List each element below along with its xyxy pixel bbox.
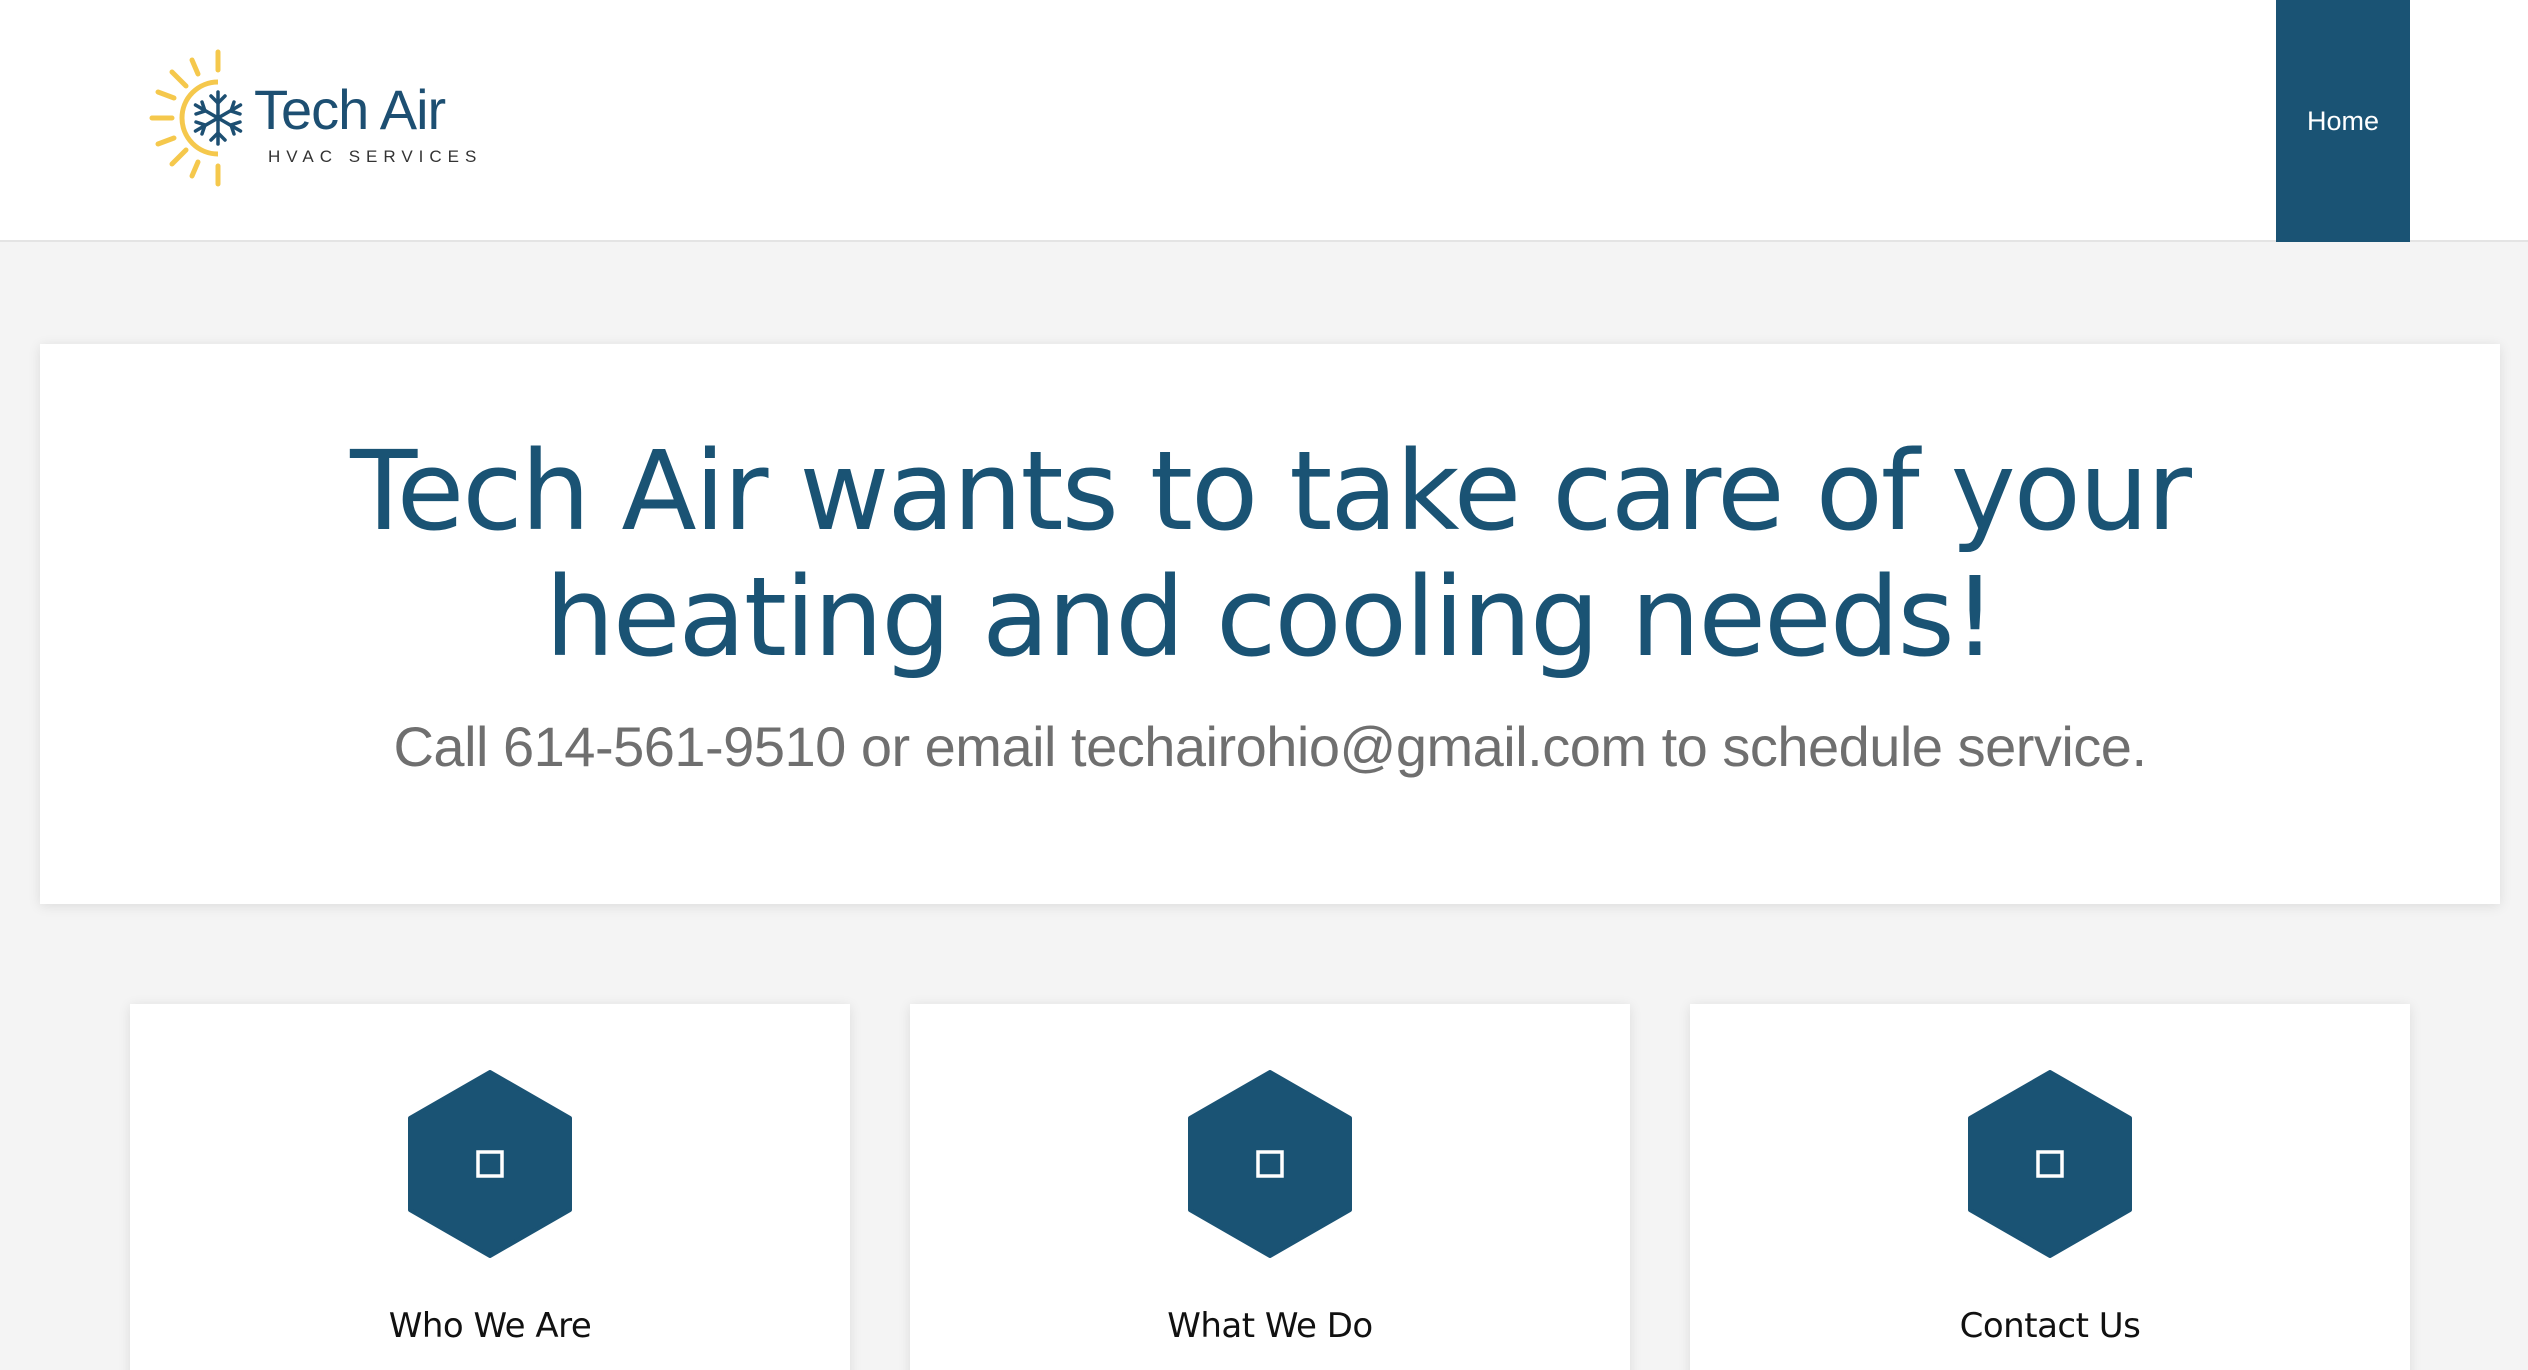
hero-title: Tech Air wants to take care of your heat…	[350, 427, 2192, 681]
snowflake-sun-icon	[149, 49, 243, 187]
card-title-contact-us[interactable]: Contact Us	[1690, 1306, 2410, 1346]
card-contact-us: Contact Us	[1690, 1004, 2410, 1370]
hero-banner: Tech Air wants to take care of your heat…	[40, 344, 2500, 904]
page: Tech Air HVAC SERVICES Home Tech Air wan…	[0, 0, 2528, 1370]
site-header: Tech Air HVAC SERVICES Home	[0, 0, 2528, 242]
logo-name: Tech Air	[254, 78, 446, 141]
card-title-who-we-are[interactable]: Who We Are	[130, 1306, 850, 1346]
card-who-we-are: Who We Are	[130, 1004, 850, 1370]
card-title-what-we-do[interactable]: What We Do	[910, 1306, 1630, 1346]
nav-home-link[interactable]: Home	[2276, 0, 2410, 242]
site-logo[interactable]: Tech Air HVAC SERVICES	[148, 48, 488, 188]
card-what-we-do: What We Do	[910, 1004, 1630, 1370]
hero-subtitle: Call 614-561-9510 or email techairohio@g…	[393, 715, 2147, 778]
hexagon-badge	[1968, 1070, 2132, 1258]
logo-tagline: HVAC SERVICES	[268, 147, 483, 166]
hexagon-badge	[408, 1070, 572, 1258]
hexagon-badge	[1188, 1070, 1352, 1258]
